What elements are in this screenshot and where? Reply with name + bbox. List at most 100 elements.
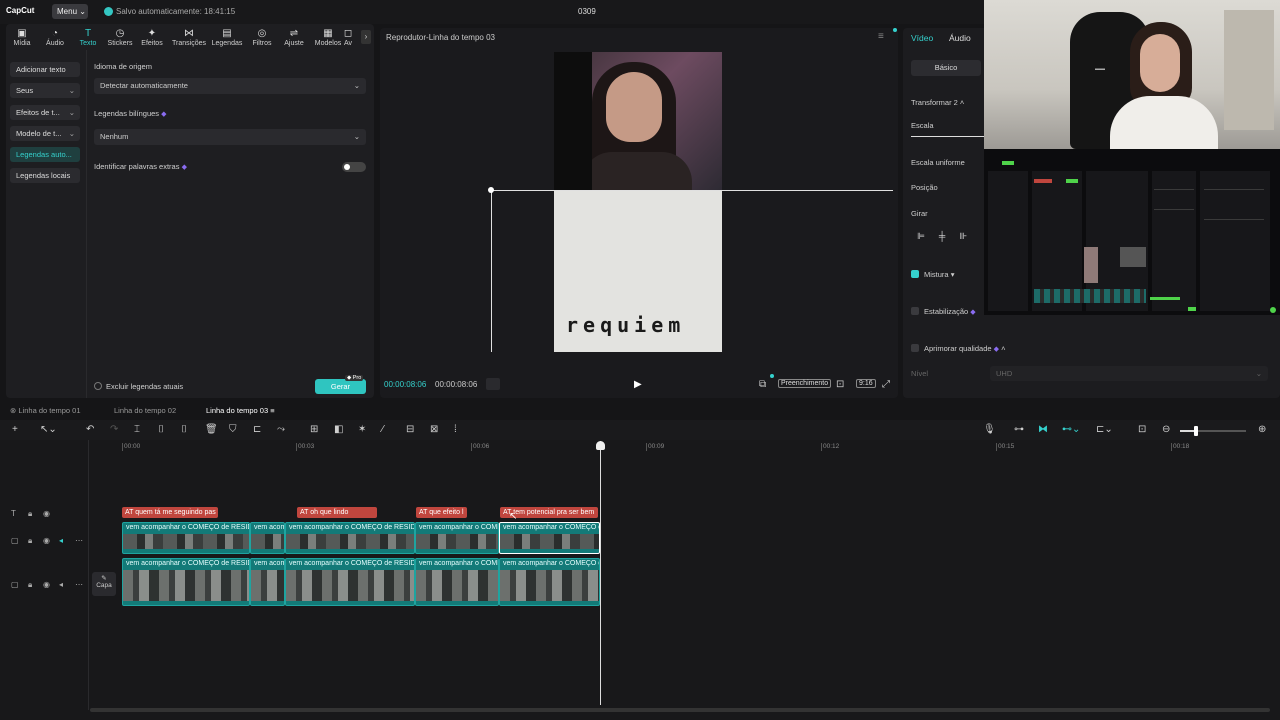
tool-media[interactable]: ▣ Mídia xyxy=(5,28,39,47)
link-icon[interactable]: ⊶ xyxy=(1014,424,1024,435)
delete-icon[interactable]: 🗑 xyxy=(205,424,218,435)
video-clip[interactable]: vem acom xyxy=(250,522,285,554)
lock-icon[interactable]: 🔒︎ xyxy=(28,509,32,519)
ai-icon[interactable]: ⊞ xyxy=(310,424,318,435)
audio-sync-icon[interactable]: ⁞ xyxy=(454,424,457,435)
more-options-icon[interactable]: ⋯ xyxy=(75,580,83,589)
tab-timeline-01[interactable]: ⊗ Linha do tempo 01 xyxy=(10,406,81,415)
replace-icon[interactable]: ⊠ xyxy=(430,424,438,435)
video-clip[interactable]: vem acompanhar o COMEÇO d xyxy=(499,558,600,606)
tool-text[interactable]: T Texto xyxy=(71,28,105,47)
split-right-icon[interactable]: ⌷ xyxy=(181,424,187,435)
magic-icon[interactable]: ✶ xyxy=(358,424,366,435)
curve-icon[interactable]: ⤳ xyxy=(277,424,285,435)
play-icon[interactable]: ▶ xyxy=(634,379,642,390)
lock-icon[interactable]: 🔒︎ xyxy=(28,580,32,590)
audio-icon[interactable]: ◂ xyxy=(59,580,63,589)
video-clip[interactable]: vem acompanhar o COMEÇO de RESIDE xyxy=(285,522,415,554)
transform-label[interactable]: Transformar 2 ˄ xyxy=(911,98,964,107)
sidebar-item-text-effects[interactable]: Efeitos de t... ⌄ xyxy=(10,105,80,120)
playhead-line[interactable] xyxy=(600,441,601,705)
blend-checkbox[interactable] xyxy=(911,270,919,278)
tab-timeline-03[interactable]: Linha do tempo 03 ≡ xyxy=(206,406,275,415)
sidebar-item-yours[interactable]: Seus ⌄ xyxy=(10,83,80,98)
generate-button[interactable]: Gerar xyxy=(315,379,366,394)
clear-captions-checkbox[interactable] xyxy=(94,382,102,390)
tools-scroll-right-icon[interactable]: › xyxy=(361,30,371,44)
lock-icon[interactable]: 🔒︎ xyxy=(28,536,32,546)
tool-transitions[interactable]: ⋈ Transições xyxy=(172,28,206,47)
select-tool-icon[interactable]: ↖⌄ xyxy=(40,424,57,435)
freeze-icon[interactable]: ⊟ xyxy=(406,424,414,435)
align-center-icon[interactable]: ╪ xyxy=(939,231,945,247)
more-options-icon[interactable]: ⋯ xyxy=(75,536,83,545)
caption-clip[interactable]: AT que efeito l xyxy=(416,507,467,518)
undo-icon[interactable]: ↶ xyxy=(86,424,94,435)
zoom-out-icon[interactable]: ⊖ xyxy=(1162,424,1170,435)
sidebar-item-local-captions[interactable]: Legendas locais xyxy=(10,168,80,183)
sidebar-item-text-templates[interactable]: Modelo de t... ⌄ xyxy=(10,126,80,141)
transform-handle[interactable] xyxy=(488,187,494,193)
tool-adjust[interactable]: ⇌ Ajuste xyxy=(277,28,311,47)
align-left-icon[interactable]: ⊫ xyxy=(917,231,925,247)
caption-view-icon[interactable]: ⊡ xyxy=(1138,424,1146,435)
fill-mode-button[interactable]: Preenchimento xyxy=(778,379,832,388)
crop-tool-icon[interactable]: ⊏ xyxy=(253,424,261,435)
split-left-icon[interactable]: ⌷ xyxy=(158,424,164,435)
marker-icon[interactable]: ⛉ xyxy=(229,424,237,435)
crop-icon[interactable]: ⧉ xyxy=(759,379,766,390)
player-menu-icon[interactable]: ≡ xyxy=(878,31,884,42)
cover-button[interactable]: ✎ Capa xyxy=(92,572,116,596)
tab-video[interactable]: Vídeo xyxy=(911,33,933,43)
redo-icon[interactable]: ↷ xyxy=(110,424,118,435)
basic-tab[interactable]: Básico xyxy=(911,60,981,76)
video-clip[interactable]: vem acompanhar o COMEÇO de RESIDE xyxy=(122,522,250,554)
extra-words-toggle[interactable] xyxy=(342,162,366,172)
split-icon[interactable]: ⌶ xyxy=(134,424,140,435)
eye-icon[interactable]: ◉ xyxy=(43,536,50,545)
tool-filters[interactable]: ◎ Filtros xyxy=(245,28,279,47)
tool-more[interactable]: ◻ Av xyxy=(338,28,358,47)
video-clip[interactable]: vem acompanhar o COMEÇO de RESIDE xyxy=(122,558,250,606)
preview-axis-icon[interactable]: ⊏⌄ xyxy=(1096,424,1113,435)
timeline-view-icon[interactable] xyxy=(486,378,500,390)
audio-on-icon[interactable]: ◂ xyxy=(59,536,63,545)
caption-clip[interactable]: AT quem tá me seguindo pas xyxy=(122,507,218,518)
menu-button[interactable]: Menu ⌄ xyxy=(52,4,88,19)
fullscreen-icon[interactable]: ⤢ xyxy=(882,379,890,390)
tool-captions[interactable]: ▤ Legendas xyxy=(210,28,244,47)
tool-effects[interactable]: ✦ Efeitos xyxy=(135,28,169,47)
tab-timeline-02[interactable]: Linha do tempo 02 xyxy=(114,406,176,415)
tab-audio[interactable]: Áudio xyxy=(949,33,971,43)
bilingual-select[interactable]: Nenhum ⌄ xyxy=(94,129,366,145)
stabilize-checkbox[interactable] xyxy=(911,307,919,315)
video-clip[interactable]: vem acompanhar o COME xyxy=(415,522,499,554)
enhance-checkbox[interactable] xyxy=(911,344,919,352)
snap-icon[interactable]: ⧓ xyxy=(1038,424,1048,435)
wand-icon[interactable]: ⁄ xyxy=(382,424,384,435)
magnet-icon[interactable]: ⊷⌄ xyxy=(1062,424,1080,435)
mask-icon[interactable]: ◧ xyxy=(334,424,343,435)
blend-label[interactable]: Mistura ▾ xyxy=(924,270,954,279)
eye-icon[interactable]: ◉ xyxy=(43,509,50,518)
source-language-select[interactable]: Detectar automaticamente ⌄ xyxy=(94,78,366,94)
sidebar-item-auto-captions[interactable]: Legendas auto... xyxy=(10,147,80,162)
eye-icon[interactable]: ◉ xyxy=(43,580,50,589)
align-right-icon[interactable]: ⊪ xyxy=(959,231,967,247)
fit-view-icon[interactable]: ⊡ xyxy=(836,379,844,390)
zoom-in-icon[interactable]: ⊕ xyxy=(1258,424,1266,435)
video-clip[interactable]: vem acom xyxy=(250,558,285,606)
playhead-handle[interactable] xyxy=(596,441,605,450)
ratio-button[interactable]: 9:16 xyxy=(856,379,876,388)
timeline-horizontal-scrollbar[interactable] xyxy=(90,708,1270,712)
sidebar-item-add-text[interactable]: Adicionar texto xyxy=(10,62,80,77)
add-icon[interactable]: + xyxy=(12,424,18,435)
video-clip[interactable]: vem acompanhar o COME xyxy=(415,558,499,606)
zoom-slider-knob[interactable] xyxy=(1194,426,1198,436)
tool-stickers[interactable]: ◷ Stickers xyxy=(103,28,137,47)
mic-icon[interactable]: 🎙 xyxy=(983,424,996,435)
level-select[interactable]: UHD ⌄ xyxy=(990,366,1268,381)
caption-clip[interactable]: AT oh que lindo xyxy=(297,507,377,518)
tool-audio[interactable]: ◔ Áudio xyxy=(38,28,72,47)
video-clip-selected[interactable]: vem acompanhar o COMEÇO d xyxy=(499,522,600,554)
